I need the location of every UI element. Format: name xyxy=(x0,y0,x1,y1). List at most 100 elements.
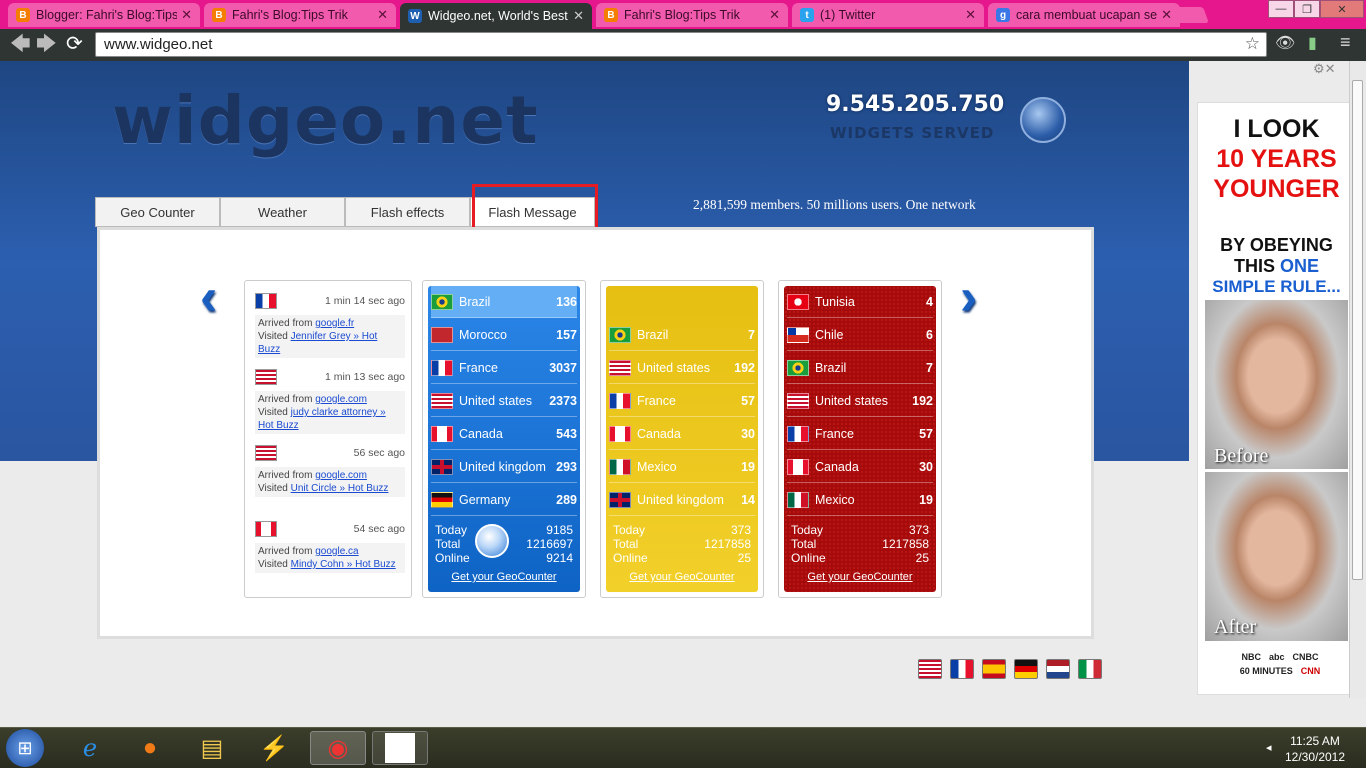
language-flag-france-icon[interactable] xyxy=(950,659,974,679)
stat-total: Total 1217858 xyxy=(613,537,751,551)
feed-item-body: Arrived from google.ca Visited Mindy Cohn… xyxy=(255,543,405,573)
winamp-icon[interactable]: ⚡ xyxy=(254,731,294,765)
browser-tab[interactable]: B Fahri's Blog:Tips Trik ✕ xyxy=(204,3,396,27)
counter-row: France 57 xyxy=(787,418,933,450)
reload-button[interactable]: ⟳ xyxy=(66,32,83,56)
blank-window-taskbar-item[interactable] xyxy=(372,731,428,765)
close-tab-icon[interactable]: ✕ xyxy=(769,7,780,23)
feed-item: 1 min 13 sec ago Arrived from google.com V… xyxy=(255,365,405,434)
globe-icon xyxy=(475,524,509,558)
minimize-button[interactable]: — xyxy=(1268,0,1294,18)
close-tab-icon[interactable]: ✕ xyxy=(377,7,388,23)
country-name: United kingdom xyxy=(637,492,724,507)
language-flag-germany-icon[interactable] xyxy=(1014,659,1038,679)
chrome-taskbar-icon[interactable]: ◉ xyxy=(310,731,366,765)
members-text: 2,881,599 members. 50 millions users. On… xyxy=(693,197,976,212)
country-count: 157 xyxy=(556,327,577,342)
brazil-flag-icon xyxy=(787,359,809,376)
feed-item-body: Arrived from google.fr Visited Jennifer G… xyxy=(255,315,405,358)
stat-online: Online 25 xyxy=(613,551,751,565)
visited-page-link[interactable]: Mindy Cohn » Hot Buzz xyxy=(291,559,396,570)
previous-arrow-icon[interactable]: ‹ xyxy=(200,271,232,324)
germany-flag-icon xyxy=(431,491,453,508)
back-button[interactable]: 🡄 xyxy=(10,32,31,56)
ad-options-icon[interactable]: ⚙✕ xyxy=(1313,61,1336,77)
blogger-icon: B xyxy=(604,8,618,22)
canada-flag-icon xyxy=(255,521,277,537)
media-logo: abc xyxy=(1268,652,1285,662)
visited-page-link[interactable]: Unit Circle » Hot Buzz xyxy=(291,483,389,494)
internet-explorer-icon[interactable]: ℯ xyxy=(70,731,110,765)
country-name: Tunisia xyxy=(815,294,855,309)
get-geocounter-link[interactable]: Get your GeoCounter xyxy=(428,571,580,583)
tab-weather[interactable]: Weather xyxy=(220,197,345,227)
source-link[interactable]: google.ca xyxy=(315,546,358,557)
browser-tab[interactable]: B Fahri's Blog:Tips Trik ✕ xyxy=(596,3,788,27)
country-name: Canada xyxy=(637,426,681,441)
blogger-icon: B xyxy=(16,8,30,22)
site-logo[interactable]: widgeo.net xyxy=(112,82,539,159)
start-button[interactable]: ⊞ xyxy=(6,729,44,767)
close-tab-icon[interactable]: ✕ xyxy=(965,7,976,23)
geo-counter-blue: Brazil 136 Morocco 157 France 3037 United stat… xyxy=(422,280,586,598)
country-name: Mexico xyxy=(637,459,677,474)
next-arrow-icon[interactable]: › xyxy=(960,271,992,324)
firefox-icon[interactable]: ● xyxy=(130,731,170,765)
show-hidden-icons[interactable]: ◂ xyxy=(1266,741,1272,754)
tab-flash-effects[interactable]: Flash effects xyxy=(345,197,470,227)
counter-row: Germany 289 xyxy=(431,484,577,516)
counter-row: United states 192 xyxy=(609,352,755,384)
ad-line-2: 10 YEARS xyxy=(1216,145,1337,173)
country-count: 2373 xyxy=(549,393,577,408)
scrollbar-thumb[interactable] xyxy=(1352,80,1363,580)
country-count: 7 xyxy=(926,360,933,375)
signal-icon[interactable]: ▮ xyxy=(1308,33,1317,53)
browser-tab[interactable]: g cara membuat ucapan sel ✕ xyxy=(988,3,1180,27)
browser-tab[interactable]: B Blogger: Fahri's Blog:Tips Trik✕ xyxy=(8,3,200,27)
extension-icon[interactable]: 👁 xyxy=(1275,33,1295,53)
visitor-feed: 1 min 14 sec ago Arrived from google.fr Vi… xyxy=(244,280,412,598)
source-link[interactable]: google.fr xyxy=(315,318,354,329)
feed-time: 1 min 14 sec ago xyxy=(325,295,405,307)
stat-value: 25 xyxy=(737,551,751,565)
language-flag-usa-icon[interactable] xyxy=(918,659,942,679)
ad-line-1: I LOOK xyxy=(1233,115,1320,143)
stat-value: 1216697 xyxy=(526,537,573,551)
country-name: Brazil xyxy=(459,294,491,309)
browser-tab[interactable]: W Widgeo.net, World's Best ✕ xyxy=(400,3,592,29)
ad-line-5: THIS ONE xyxy=(1233,256,1320,276)
country-count: 136 xyxy=(556,294,577,309)
morocco-flag-icon xyxy=(431,326,453,343)
get-geocounter-link[interactable]: Get your GeoCounter xyxy=(784,571,936,583)
canada-flag-icon xyxy=(787,458,809,475)
mexico-flag-icon xyxy=(787,491,809,508)
country-count: 30 xyxy=(919,459,933,474)
new-tab-button[interactable] xyxy=(1169,7,1209,23)
usa-flag-icon xyxy=(609,359,631,376)
uk-flag-icon xyxy=(609,491,631,508)
close-tab-icon[interactable]: ✕ xyxy=(573,8,584,24)
source-link[interactable]: google.com xyxy=(315,394,367,405)
system-clock[interactable]: 11:25 AM 12/30/2012 xyxy=(1280,733,1350,765)
tab-geo-counter[interactable]: Geo Counter xyxy=(95,197,220,227)
bookmark-star-icon[interactable]: ☆ xyxy=(1245,34,1260,54)
language-flag-spain-icon[interactable] xyxy=(982,659,1006,679)
language-flag-netherlands-icon[interactable] xyxy=(1046,659,1070,679)
file-explorer-icon[interactable]: ▤ xyxy=(192,731,232,765)
browser-tab[interactable]: t (1) Twitter ✕ xyxy=(792,3,984,27)
maximize-button[interactable]: ❐ xyxy=(1294,0,1320,18)
close-tab-icon[interactable]: ✕ xyxy=(181,7,192,23)
get-geocounter-link[interactable]: Get your GeoCounter xyxy=(606,571,758,583)
stat-label: Total xyxy=(791,537,817,551)
visited-line: Visited Unit Circle » Hot Buzz xyxy=(258,482,402,495)
usa-flag-icon xyxy=(255,445,277,461)
clock-date: 12/30/2012 xyxy=(1284,750,1346,764)
country-count: 57 xyxy=(741,393,755,408)
address-bar[interactable]: www.widgeo.net ☆ xyxy=(95,32,1267,57)
language-flag-italy-icon[interactable] xyxy=(1078,659,1102,679)
close-window-button[interactable]: ✕ xyxy=(1320,0,1364,18)
source-link[interactable]: google.com xyxy=(315,470,367,481)
menu-wrench-icon[interactable]: ≡ xyxy=(1340,32,1351,53)
forward-button[interactable]: 🡆 xyxy=(36,32,57,56)
visited-label: Visited xyxy=(258,331,288,342)
